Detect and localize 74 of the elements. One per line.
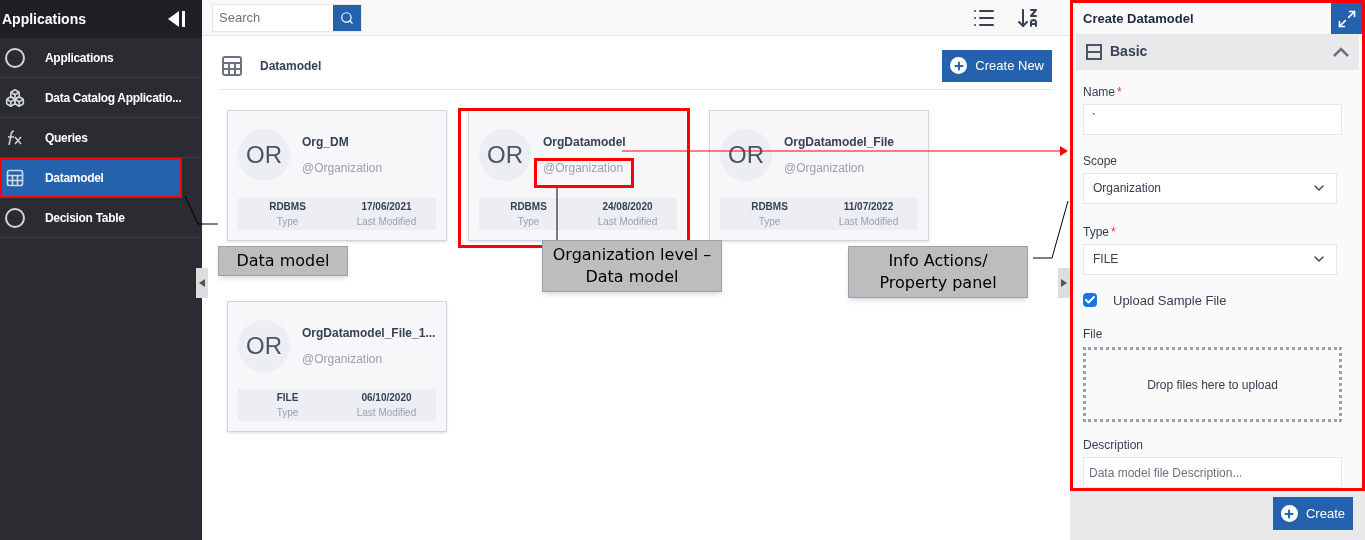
search-button[interactable] [333,4,361,31]
right-arrow-icon [1061,279,1067,287]
type-label: Type [275,215,300,229]
card-title: Org_DM [302,134,350,151]
leader-line [556,188,558,240]
date-value: 06/10/2020 [360,391,413,405]
type-label: Type [275,406,300,420]
date-value: 24/08/2020 [601,200,654,214]
type-select[interactable]: FILE [1083,243,1337,275]
datamodel-card[interactable]: OR OrgDatamodel @Organization RDBMS Type 24/08/2020 Last Modified [468,110,688,241]
form-icon [1086,43,1102,60]
callout-label: Info Actions/ Property panel [848,246,1028,298]
date-value: 17/06/2021 [360,200,413,214]
description-input[interactable]: Data model file Description... [1083,457,1342,488]
file-drop-zone[interactable]: Drop files here to upload [1083,347,1342,422]
callout-label: Organization level – Data model [542,240,722,292]
card-scope: @Organization [302,160,383,177]
field-label: Name [1083,83,1115,101]
upload-checkbox[interactable] [1083,293,1097,308]
sidebar-title: Applications [2,9,86,29]
type-value: RDBMS [750,200,789,214]
expand-handle[interactable] [1058,268,1070,298]
callout-label: Data model [218,246,348,276]
checkbox-label: Upload Sample File [1113,291,1227,310]
expand-handle[interactable] [196,268,208,298]
type-label: Type [757,215,782,229]
type-value: FILE [275,391,300,405]
name-input[interactable]: ` [1083,103,1342,135]
section-title: Datamodel [260,57,322,75]
date-value: 11/07/2022 [842,200,895,214]
field-label: File [1083,326,1104,343]
card-scope: @Organization [784,160,866,177]
search-icon [340,10,354,25]
collapse-icon[interactable] [168,11,186,27]
card-title: OrgDatamodel_File_1... [302,325,436,342]
date-label: Last Modified [837,215,900,229]
field-label: Description [1083,437,1145,454]
sidebar-item[interactable]: Datamodel [0,158,182,198]
type-label: Type [516,215,541,229]
create-button[interactable]: Create [1272,497,1353,530]
create-new-button[interactable]: Create New [942,49,1052,82]
plus-icon [1280,505,1298,522]
hexagons-icon [5,87,25,108]
date-label: Last Modified [355,406,418,420]
card-scope: @Organization [543,160,625,177]
required-mark: * [1117,83,1122,101]
chevron-up-icon [1333,46,1349,57]
left-arrow-icon [199,279,205,287]
expand-button[interactable] [1331,3,1362,34]
function-icon [5,127,25,148]
card-scope: @Organization [302,351,384,368]
date-label: Last Modified [355,215,418,229]
section-header[interactable]: Basic [1076,34,1359,70]
sidebar-item[interactable]: Data Catalog Applicatio... [0,78,202,118]
plus-icon [950,57,968,74]
expand-arrows-icon [1336,8,1357,29]
section-label: Basic [1110,42,1148,62]
datamodel-card[interactable]: OR OrgDatamodel_File_1... @Organization FILE Type 06/10/2020 Last Modified [227,301,447,432]
leader-line [184,195,218,225]
scope-select[interactable]: Organization [1083,172,1337,204]
card-title: OrgDatamodel_File [784,134,895,151]
field-label: Scope [1083,152,1119,170]
field-label: Type [1083,223,1109,241]
search-input[interactable]: Search [213,4,333,31]
card-title: OrgDatamodel [543,134,626,151]
table-icon [5,167,25,188]
required-mark: * [1111,223,1116,241]
type-value: RDBMS [509,200,548,214]
search-field[interactable]: Search [212,3,362,32]
table-icon [220,53,244,78]
panel-title: Create Datamodel [1083,9,1194,28]
date-label: Last Modified [596,215,659,229]
datamodel-card[interactable]: OR Org_DM @Organization RDBMS Type 17/06/2021 Last Modified [227,110,447,241]
type-value: RDBMS [268,200,307,214]
